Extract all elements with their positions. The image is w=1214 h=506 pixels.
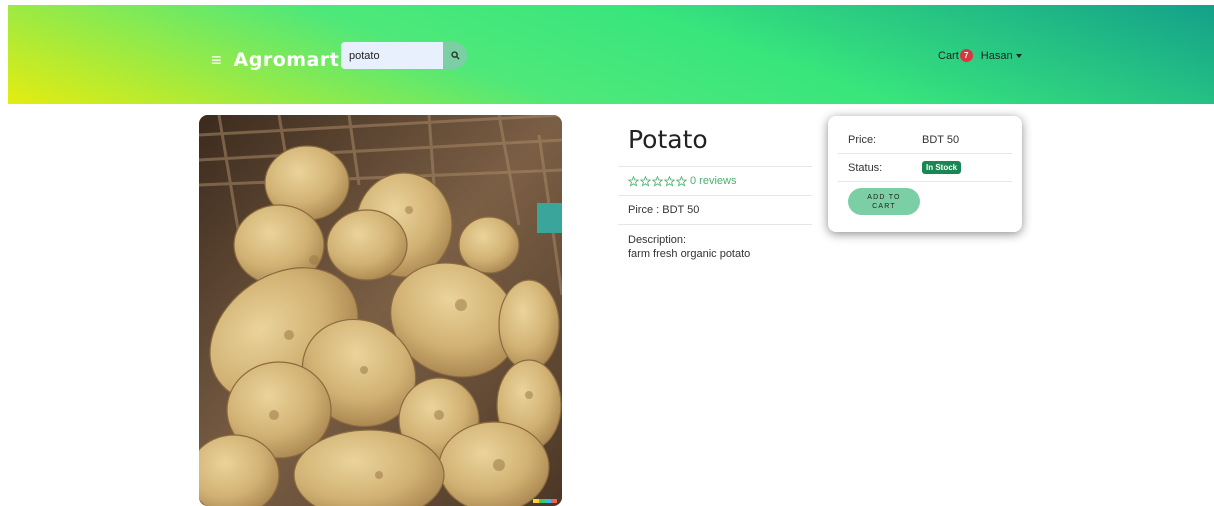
potato-basket-photo — [199, 115, 562, 506]
rating-row: 0 reviews — [618, 166, 812, 195]
search-icon — [450, 51, 460, 60]
nav-right: Cart 7 Hasan — [938, 49, 1022, 62]
card-status-row: Status: In Stock — [838, 154, 1012, 182]
price-row: Pirce : BDT 50 — [618, 195, 812, 224]
card-price-row: Price: BDT 50 — [838, 126, 1012, 154]
add-to-cart-button[interactable]: ADD TO CART — [848, 188, 920, 215]
star-outline-icon — [676, 175, 687, 187]
star-outline-icon — [628, 175, 639, 187]
cart-count-badge: 7 — [959, 49, 973, 62]
status-badge: In Stock — [922, 161, 962, 174]
card-price-label: Price: — [848, 133, 877, 146]
product-image — [199, 115, 562, 506]
description-text: farm fresh organic potato — [628, 248, 751, 260]
user-name: Hasan — [980, 49, 1013, 62]
brand[interactable]: ≡ Agromart — [211, 49, 339, 71]
star-outline-icon — [664, 175, 675, 187]
star-outline-icon — [640, 175, 651, 187]
user-menu[interactable]: Hasan — [981, 50, 1022, 62]
description-row: Description: farm fresh organic potato — [618, 224, 812, 269]
hamburger-icon[interactable]: ≡ — [211, 51, 222, 69]
cart-link[interactable]: Cart 7 — [938, 49, 973, 62]
review-count[interactable]: 0 reviews — [690, 175, 736, 187]
purchase-card: Price: BDT 50 Status: In Stock ADD TO CA… — [828, 116, 1022, 232]
navbar: ≡ Agromart Cart 7 Hasan — [8, 5, 1214, 104]
search-form — [341, 42, 467, 69]
product-title: Potato — [628, 125, 708, 154]
add-to-cart-label-1: ADD TO — [867, 193, 901, 201]
cart-label: Cart — [938, 49, 959, 62]
star-rating — [628, 175, 687, 187]
caret-down-icon — [1015, 53, 1022, 58]
star-outline-icon — [652, 175, 663, 187]
brand-name[interactable]: Agromart — [234, 49, 340, 71]
search-input[interactable] — [341, 42, 443, 69]
search-button[interactable] — [443, 42, 467, 69]
description-label: Description: — [628, 234, 687, 246]
card-price-value: BDT 50 — [922, 133, 960, 146]
product-details: Potato 0 reviews Pirce : BDT 50 Descript… — [618, 115, 812, 269]
add-to-cart-label-2: CART — [872, 202, 896, 210]
card-status-label: Status: — [848, 161, 883, 174]
